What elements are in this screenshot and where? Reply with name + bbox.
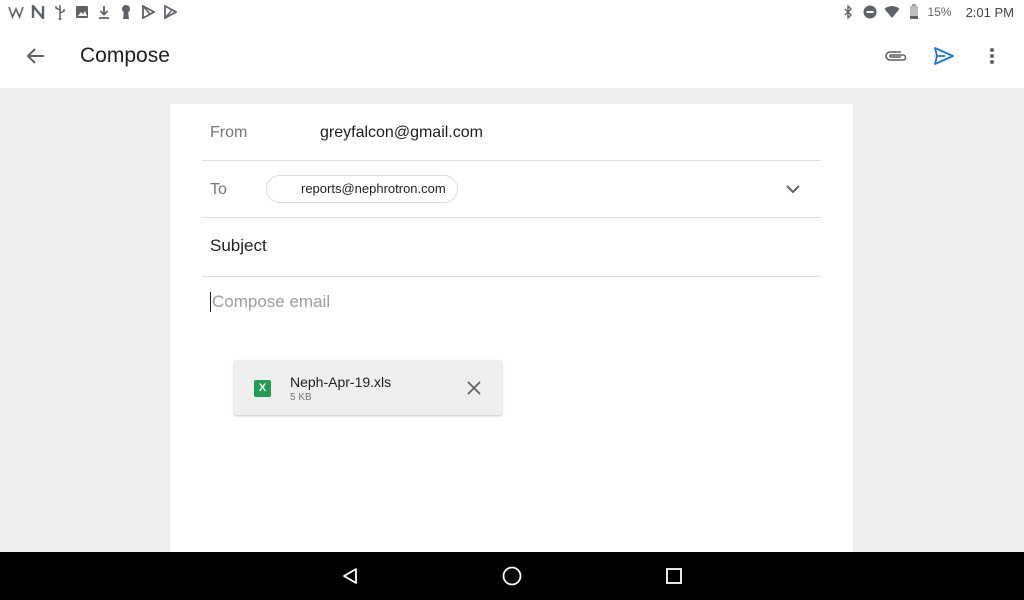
attachment-card[interactable]: X Neph-Apr-19.xls 5 KB bbox=[234, 360, 502, 415]
expand-recipients-button[interactable] bbox=[781, 177, 805, 201]
attachment-size: 5 KB bbox=[290, 392, 312, 403]
system-status: 15% 2:01 PM bbox=[840, 4, 1014, 20]
to-label: To bbox=[210, 181, 227, 198]
close-icon bbox=[467, 381, 481, 395]
from-account[interactable]: greyfalcon@gmail.com bbox=[320, 124, 483, 142]
nav-home-button[interactable] bbox=[500, 564, 524, 588]
wikipedia-icon bbox=[8, 4, 24, 20]
n-app-icon bbox=[30, 4, 46, 20]
body-input[interactable] bbox=[210, 292, 802, 312]
download-icon bbox=[96, 4, 112, 20]
attachment-name: Neph-Apr-19.xls bbox=[290, 374, 392, 390]
content-area: From greyfalcon@gmail.com To reports@nep… bbox=[0, 88, 1024, 552]
image-icon bbox=[74, 4, 90, 20]
more-options-button[interactable] bbox=[978, 42, 1006, 70]
status-bar: 15% 2:01 PM bbox=[0, 0, 1024, 24]
page-title: Compose bbox=[80, 44, 170, 67]
play-store-outline-icon bbox=[162, 4, 178, 20]
nav-back-button[interactable] bbox=[338, 564, 362, 588]
back-button[interactable] bbox=[22, 42, 50, 70]
send-icon bbox=[934, 47, 954, 65]
paperclip-icon bbox=[885, 51, 907, 61]
send-button[interactable] bbox=[930, 42, 958, 70]
usb-icon bbox=[52, 4, 68, 20]
do-not-disturb-icon bbox=[862, 4, 878, 20]
nav-recents-button[interactable] bbox=[662, 564, 686, 588]
compose-card: From greyfalcon@gmail.com To reports@nep… bbox=[170, 104, 853, 552]
keyhole-icon bbox=[118, 4, 134, 20]
more-vert-icon bbox=[990, 48, 994, 64]
square-recents-icon bbox=[666, 568, 682, 584]
toolbar-actions bbox=[882, 42, 1006, 70]
battery-level: 15% bbox=[927, 5, 952, 19]
recipient-chip[interactable]: reports@nephrotron.com bbox=[266, 175, 458, 203]
body-row bbox=[202, 276, 821, 336]
from-row[interactable]: From greyfalcon@gmail.com bbox=[202, 104, 821, 161]
remove-attachment-button[interactable] bbox=[464, 378, 484, 398]
excel-file-icon: X bbox=[254, 380, 271, 397]
from-label: From bbox=[210, 124, 248, 141]
to-row: To reports@nephrotron.com bbox=[202, 161, 821, 218]
app-bar: Compose bbox=[0, 24, 1024, 88]
circle-home-icon bbox=[502, 566, 522, 586]
clock: 2:01 PM bbox=[965, 4, 1014, 20]
notification-icons bbox=[8, 4, 178, 20]
triangle-back-icon bbox=[343, 568, 357, 584]
attach-button[interactable] bbox=[882, 42, 910, 70]
subject-row bbox=[202, 218, 821, 277]
wifi-icon bbox=[884, 4, 900, 20]
arrow-back-icon bbox=[26, 48, 44, 64]
navigation-bar bbox=[0, 552, 1024, 600]
bluetooth-icon bbox=[840, 4, 856, 20]
chevron-down-icon bbox=[786, 184, 800, 193]
battery-icon bbox=[906, 4, 922, 20]
subject-input[interactable] bbox=[210, 236, 800, 256]
play-store-icon bbox=[140, 4, 156, 20]
